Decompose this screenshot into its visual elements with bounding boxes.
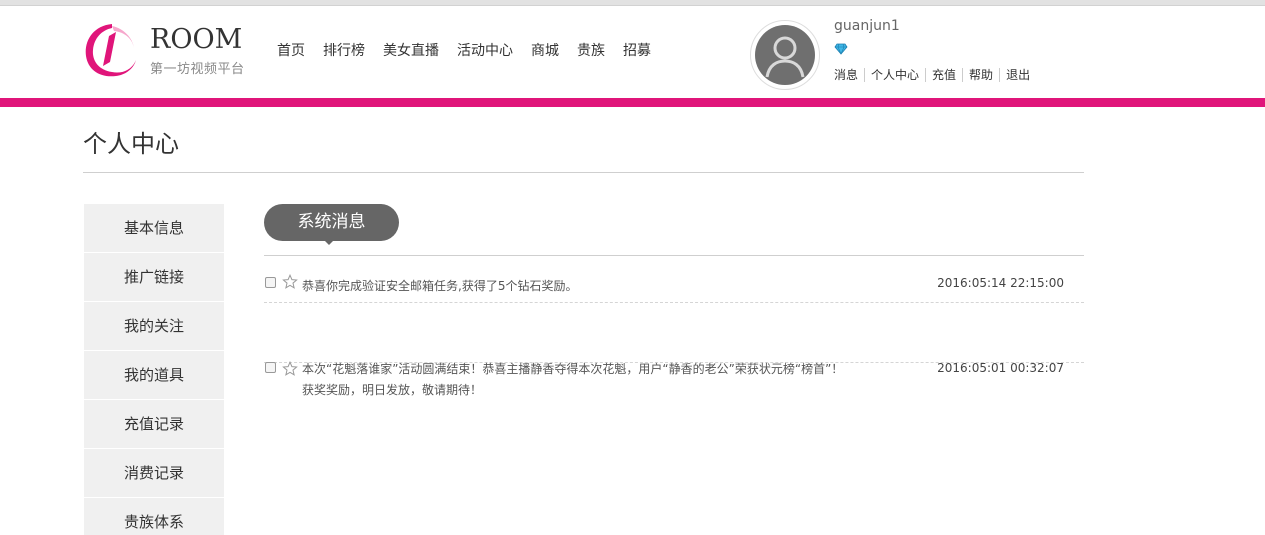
sidebar-item-props[interactable]: 我的道具 <box>84 351 224 400</box>
logo-wordmark: ROOM <box>150 24 243 55</box>
sidebar-item-basic-info[interactable]: 基本信息 <box>84 204 224 253</box>
avatar-placeholder <box>755 25 815 85</box>
sidebar-item-recharge-records[interactable]: 充值记录 <box>84 400 224 449</box>
site-logo[interactable]: ROOM 第一坊视频平台 <box>82 20 262 84</box>
user-silhouette-icon <box>765 36 805 78</box>
user-avatar[interactable] <box>750 20 820 90</box>
message-checkbox[interactable] <box>265 277 276 288</box>
message-time: 2016:05:14 22:15:00 <box>937 276 1064 290</box>
sidebar-item-spending-records[interactable]: 消费记录 <box>84 449 224 498</box>
diamond-icon <box>834 43 848 55</box>
star-icon[interactable] <box>282 274 298 290</box>
message-text-line: 恭喜你完成验证安全邮箱任务,获得了5个钻石奖励。 <box>302 279 578 293</box>
nav-item-recruit[interactable]: 招募 <box>623 40 651 60</box>
message-text-line: 本次“花魁落谁家”活动圆满结束！恭喜主播静香夺得本次花魁，用户“静香的老公”荣获… <box>302 362 844 376</box>
site-header: ROOM 第一坊视频平台 首页 排行榜 美女直播 活动中心 商城 贵族 招募 g… <box>0 6 1265 98</box>
message-text-line: 获奖奖励，明日发放，敬请期待！ <box>302 383 483 397</box>
logo-icon <box>85 24 136 77</box>
sidebar-item-following[interactable]: 我的关注 <box>84 302 224 351</box>
section-tab-pointer <box>324 240 334 245</box>
nav-item-mall[interactable]: 商城 <box>531 40 559 60</box>
message-checkbox[interactable] <box>265 362 276 373</box>
page-title: 个人中心 <box>83 130 179 158</box>
main-nav: 首页 排行榜 美女直播 活动中心 商城 贵族 招募 <box>268 40 660 60</box>
user-link-recharge[interactable]: 充值 <box>925 68 962 82</box>
user-link-profile[interactable]: 个人中心 <box>864 68 925 82</box>
star-icon[interactable] <box>282 361 298 377</box>
message-time: 2016:05:01 00:32:07 <box>937 361 1064 375</box>
user-link-logout[interactable]: 退出 <box>999 68 1036 82</box>
user-link-messages[interactable]: 消息 <box>834 68 864 82</box>
logo-tagline: 第一坊视频平台 <box>150 62 245 77</box>
nav-item-events[interactable]: 活动中心 <box>457 40 513 60</box>
nav-item-live[interactable]: 美女直播 <box>383 40 439 60</box>
sidebar-item-promo-link[interactable]: 推广链接 <box>84 253 224 302</box>
list-item: 恭喜你完成验证安全邮箱任务,获得了5个钻石奖励。 2016:05:14 22:1… <box>264 256 1084 303</box>
user-link-help[interactable]: 帮助 <box>962 68 999 82</box>
list-item: 本次“花魁落谁家”活动圆满结束！恭喜主播静香夺得本次花魁，用户“静香的老公”荣获… <box>264 303 1084 397</box>
nav-item-home[interactable]: 首页 <box>277 40 305 60</box>
username: guanjun1 <box>834 18 900 34</box>
title-divider <box>83 172 1084 173</box>
nav-item-ranking[interactable]: 排行榜 <box>323 40 365 60</box>
user-links: 消息 个人中心 充值 帮助 退出 <box>834 68 1036 82</box>
message-text: 本次“花魁落谁家”活动圆满结束！恭喜主播静香夺得本次花魁，用户“静香的老公”荣获… <box>302 359 902 401</box>
sidebar-item-nobility-system[interactable]: 贵族体系 <box>84 498 224 535</box>
nav-item-nobility[interactable]: 贵族 <box>577 40 605 60</box>
message-text: 恭喜你完成验证安全邮箱任务,获得了5个钻石奖励。 <box>302 276 902 297</box>
message-list: 恭喜你完成验证安全邮箱任务,获得了5个钻石奖励。 2016:05:14 22:1… <box>264 256 1084 397</box>
section-title-tab: 系统消息 <box>264 204 399 241</box>
profile-sidebar: 基本信息 推广链接 我的关注 我的道具 充值记录 消费记录 贵族体系 <box>84 204 224 535</box>
header-accent-bar <box>0 98 1265 107</box>
